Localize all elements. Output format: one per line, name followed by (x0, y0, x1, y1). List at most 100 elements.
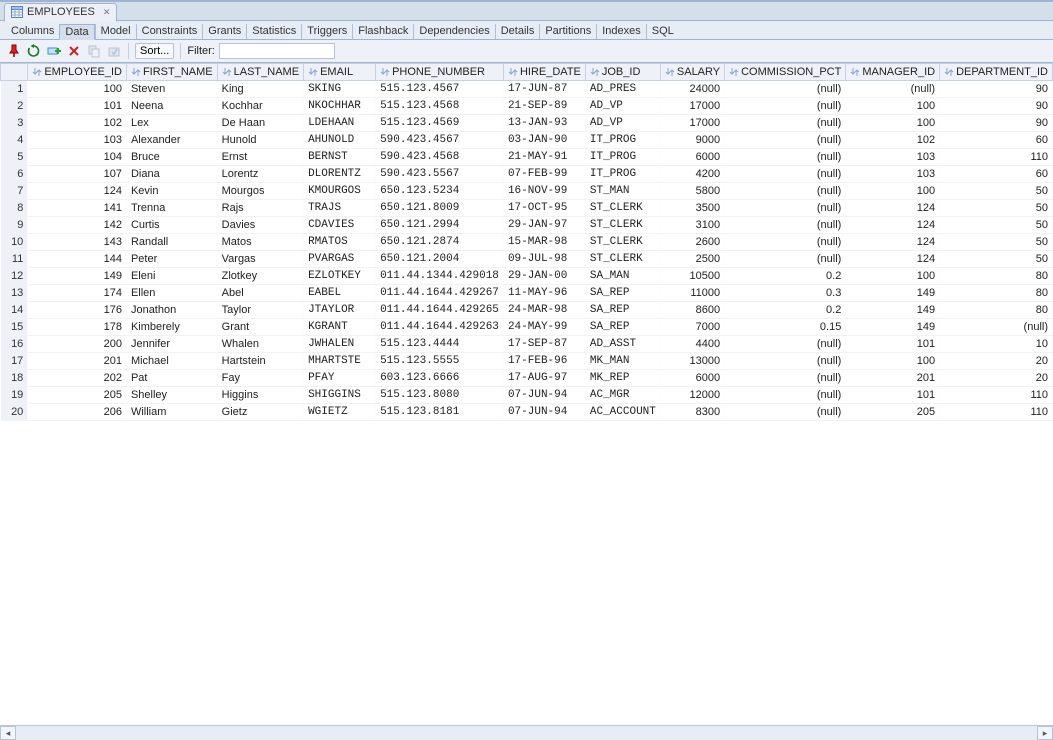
cell-department_id[interactable]: 110 (940, 404, 1053, 421)
cell-manager_id[interactable]: 101 (846, 387, 940, 404)
cell-hire_date[interactable]: 29-JAN-97 (503, 217, 585, 234)
cell-salary[interactable]: 5800 (660, 183, 724, 200)
table-row[interactable]: 6107DianaLorentzDLORENTZ590.423.556707-F… (1, 166, 1053, 183)
cell-employee_id[interactable]: 178 (28, 319, 127, 336)
tab-data[interactable]: Data (59, 24, 94, 40)
cell-first_name[interactable]: Kimberely (126, 319, 217, 336)
cell-employee_id[interactable]: 100 (28, 81, 127, 98)
cell-employee_id[interactable]: 202 (28, 370, 127, 387)
table-row[interactable]: 17201MichaelHartsteinMHARTSTE515.123.555… (1, 353, 1053, 370)
cell-email[interactable]: RMATOS (304, 234, 376, 251)
tab-flashback[interactable]: Flashback (352, 24, 413, 39)
cell-job_id[interactable]: ST_CLERK (585, 200, 660, 217)
cell-manager_id[interactable]: 100 (846, 98, 940, 115)
horizontal-scrollbar[interactable]: ◂ ▸ (0, 725, 1053, 740)
cell-commission_pct[interactable]: (null) (725, 217, 846, 234)
cell-last_name[interactable]: King (217, 81, 303, 98)
cell-hire_date[interactable]: 17-SEP-87 (503, 336, 585, 353)
cell-email[interactable]: SHIGGINS (304, 387, 376, 404)
cell-salary[interactable]: 8300 (660, 404, 724, 421)
cell-job_id[interactable]: AD_ASST (585, 336, 660, 353)
cell-first_name[interactable]: Michael (126, 353, 217, 370)
cell-last_name[interactable]: Zlotkey (217, 268, 303, 285)
cell-employee_id[interactable]: 201 (28, 353, 127, 370)
cell-phone_number[interactable]: 011.44.1344.429018 (376, 268, 504, 285)
cell-commission_pct[interactable]: (null) (725, 370, 846, 387)
tab-model[interactable]: Model (95, 24, 136, 39)
cell-email[interactable]: TRAJS (304, 200, 376, 217)
cell-last_name[interactable]: Taylor (217, 302, 303, 319)
cell-employee_id[interactable]: 104 (28, 149, 127, 166)
cell-first_name[interactable]: Lex (126, 115, 217, 132)
cell-department_id[interactable]: 50 (940, 200, 1053, 217)
table-row[interactable]: 12149EleniZlotkeyEZLOTKEY011.44.1344.429… (1, 268, 1053, 285)
sort-button[interactable]: Sort... (135, 43, 174, 59)
cell-job_id[interactable]: ST_CLERK (585, 234, 660, 251)
cell-salary[interactable]: 4400 (660, 336, 724, 353)
cell-email[interactable]: PFAY (304, 370, 376, 387)
cell-phone_number[interactable]: 011.44.1644.429263 (376, 319, 504, 336)
cell-hire_date[interactable]: 09-JUL-98 (503, 251, 585, 268)
tab-dependencies[interactable]: Dependencies (413, 24, 494, 39)
cell-employee_id[interactable]: 102 (28, 115, 127, 132)
scroll-right-icon[interactable]: ▸ (1037, 726, 1053, 740)
cell-commission_pct[interactable]: (null) (725, 166, 846, 183)
cell-first_name[interactable]: Jonathon (126, 302, 217, 319)
cell-commission_pct[interactable]: (null) (725, 404, 846, 421)
cell-phone_number[interactable]: 590.423.4568 (376, 149, 504, 166)
cell-job_id[interactable]: MK_MAN (585, 353, 660, 370)
window-tab-employees[interactable]: EMPLOYEES ✕ (4, 3, 117, 22)
cell-manager_id[interactable]: 100 (846, 353, 940, 370)
column-header-hire_date[interactable]: HIRE_DATE (503, 64, 585, 81)
cell-manager_id[interactable]: 149 (846, 302, 940, 319)
cell-phone_number[interactable]: 650.121.2994 (376, 217, 504, 234)
cell-job_id[interactable]: AD_VP (585, 98, 660, 115)
cell-commission_pct[interactable]: (null) (725, 336, 846, 353)
cell-last_name[interactable]: Vargas (217, 251, 303, 268)
cell-department_id[interactable]: 110 (940, 149, 1053, 166)
cell-manager_id[interactable]: 101 (846, 336, 940, 353)
cell-phone_number[interactable]: 603.123.6666 (376, 370, 504, 387)
cell-email[interactable]: KGRANT (304, 319, 376, 336)
cell-salary[interactable]: 7000 (660, 319, 724, 336)
cell-commission_pct[interactable]: 0.2 (725, 302, 846, 319)
cell-last_name[interactable]: Lorentz (217, 166, 303, 183)
cell-first_name[interactable]: Shelley (126, 387, 217, 404)
cell-department_id[interactable]: 60 (940, 166, 1053, 183)
cell-manager_id[interactable]: 124 (846, 217, 940, 234)
cell-department_id[interactable]: 50 (940, 183, 1053, 200)
cell-first_name[interactable]: Diana (126, 166, 217, 183)
cell-manager_id[interactable]: 205 (846, 404, 940, 421)
table-row[interactable]: 9142CurtisDaviesCDAVIES650.121.299429-JA… (1, 217, 1053, 234)
cell-job_id[interactable]: ST_CLERK (585, 217, 660, 234)
cell-commission_pct[interactable]: (null) (725, 353, 846, 370)
cell-job_id[interactable]: ST_CLERK (585, 251, 660, 268)
cell-phone_number[interactable]: 011.44.1644.429267 (376, 285, 504, 302)
tab-details[interactable]: Details (495, 24, 540, 39)
cell-last_name[interactable]: Higgins (217, 387, 303, 404)
cell-department_id[interactable]: 60 (940, 132, 1053, 149)
cell-hire_date[interactable]: 24-MAR-98 (503, 302, 585, 319)
cell-department_id[interactable]: 90 (940, 81, 1053, 98)
cell-manager_id[interactable]: 100 (846, 115, 940, 132)
table-row[interactable]: 11144PeterVargasPVARGAS650.121.200409-JU… (1, 251, 1053, 268)
cell-commission_pct[interactable]: 0.15 (725, 319, 846, 336)
column-header-last_name[interactable]: LAST_NAME (217, 64, 303, 81)
cell-job_id[interactable]: SA_REP (585, 319, 660, 336)
column-header-job_id[interactable]: JOB_ID (585, 64, 660, 81)
table-row[interactable]: 1100StevenKingSKING515.123.456717-JUN-87… (1, 81, 1053, 98)
cell-phone_number[interactable]: 650.121.8009 (376, 200, 504, 217)
cell-first_name[interactable]: Alexander (126, 132, 217, 149)
table-row[interactable]: 14176JonathonTaylorJTAYLOR011.44.1644.42… (1, 302, 1053, 319)
column-header-salary[interactable]: SALARY (660, 64, 724, 81)
cell-manager_id[interactable]: 124 (846, 251, 940, 268)
cell-manager_id[interactable]: 103 (846, 166, 940, 183)
tab-indexes[interactable]: Indexes (596, 24, 646, 39)
cell-email[interactable]: MHARTSTE (304, 353, 376, 370)
cell-job_id[interactable]: MK_REP (585, 370, 660, 387)
delete-row-icon[interactable] (66, 43, 82, 59)
cell-salary[interactable]: 8600 (660, 302, 724, 319)
cell-commission_pct[interactable]: (null) (725, 115, 846, 132)
cell-salary[interactable]: 4200 (660, 166, 724, 183)
cell-first_name[interactable]: Trenna (126, 200, 217, 217)
